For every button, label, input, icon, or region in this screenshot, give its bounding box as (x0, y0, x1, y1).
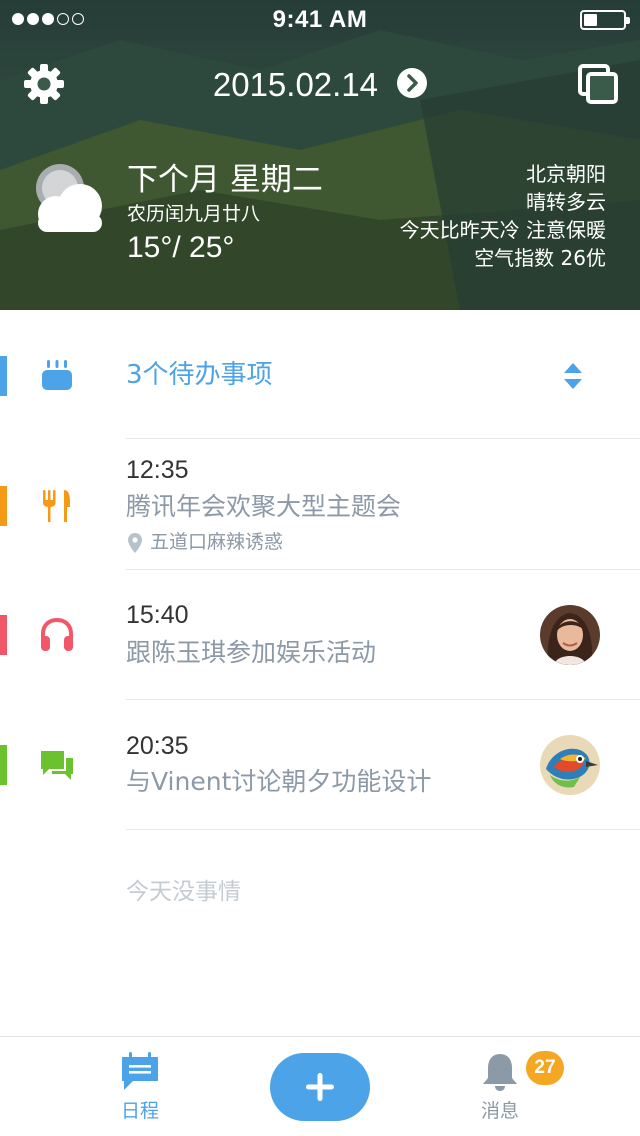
tab-bar: 日程 消息 27 (0, 1036, 640, 1136)
chat-bubbles-icon (41, 751, 73, 780)
empty-state-text: 今天没事情 (126, 879, 241, 905)
weather-summary: 下个月 星期二 农历闰九月廿八 15°/ 25° (127, 160, 323, 268)
woman-portrait-image (540, 605, 600, 665)
bell-icon (483, 1054, 517, 1091)
event-accent-bar (0, 486, 7, 526)
fork-knife-icon (43, 490, 70, 522)
event-location-text: 五道口麻辣诱惑 (150, 531, 284, 553)
list-divider (126, 569, 640, 570)
event-time: 12:35 (126, 456, 189, 484)
event-accent-bar (0, 615, 7, 655)
notification-badge: 27 (526, 1051, 564, 1085)
colorful-bird-image (540, 735, 600, 795)
avatar[interactable] (540, 605, 600, 665)
event-location: 五道口麻辣诱惑 (128, 529, 283, 555)
weather-details: 北京朝阳 晴转多云 今天比昨天冷 注意保暖 空气指数 26优 (400, 160, 606, 272)
tab-calendar[interactable]: 日程 (100, 1051, 180, 1123)
copy-pages-icon[interactable] (576, 62, 620, 106)
event-accent-bar (0, 745, 7, 785)
event-time: 20:35 (126, 732, 189, 760)
todo-accent-bar (0, 356, 7, 396)
air-quality: 空气指数 26优 (474, 246, 606, 270)
tab-messages-label: 消息 (480, 1100, 519, 1122)
temperature-range: 15°/ 25° (127, 231, 235, 264)
weather-forecast: 晴转多云 (526, 190, 606, 214)
weather-location: 北京朝阳 (526, 162, 606, 186)
list-divider (126, 829, 640, 830)
avatar[interactable] (540, 735, 600, 795)
weather-day-title: 下个月 星期二 (127, 162, 323, 198)
sort-toggle-icon[interactable] (562, 361, 584, 391)
status-bar: 9:41 AM (0, 0, 640, 40)
lunar-date: 农历闰九月廿八 (127, 203, 261, 225)
chevron-right-icon[interactable] (397, 68, 428, 98)
event-time: 15:40 (126, 601, 189, 629)
date-selector[interactable]: 2015.02.14 (0, 66, 640, 104)
event-title: 腾讯年会欢聚大型主题会 (126, 492, 402, 521)
weather-advice: 今天比昨天冷 注意保暖 (399, 218, 606, 242)
tray-icon (42, 360, 72, 390)
todo-count-label: 3个待办事项 (126, 360, 273, 390)
list-divider (126, 438, 640, 439)
list-divider (126, 699, 640, 700)
add-event-button[interactable] (270, 1053, 370, 1121)
plus-icon (306, 1073, 334, 1101)
status-time: 9:41 AM (272, 6, 368, 33)
event-title: 与Vinent讨论朝夕功能设计 (126, 767, 432, 796)
location-pin-icon (128, 532, 142, 553)
event-title: 跟陈玉琪参加娱乐活动 (126, 638, 377, 667)
partly-cloudy-icon (36, 164, 102, 232)
calendar-icon (122, 1052, 158, 1090)
current-date: 2015.02.14 (212, 66, 379, 103)
headphones-icon (41, 617, 73, 651)
battery-icon (580, 10, 630, 30)
tab-calendar-label: 日程 (120, 1100, 159, 1122)
